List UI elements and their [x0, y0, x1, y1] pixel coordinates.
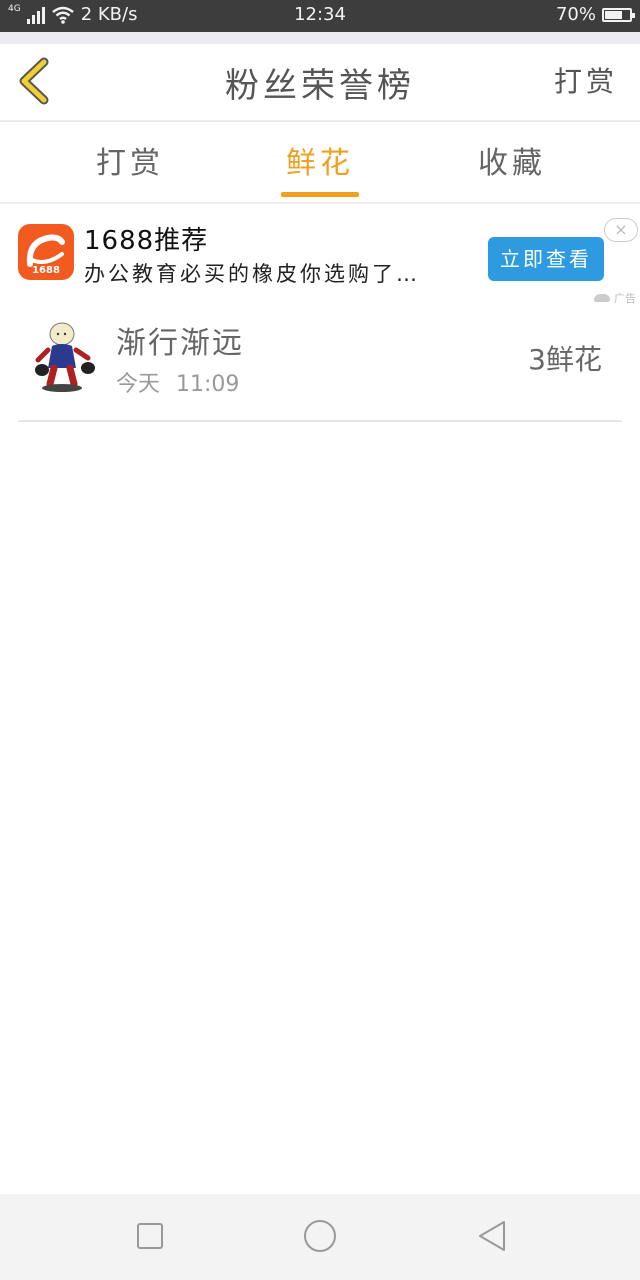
battery-icon — [602, 7, 635, 22]
back-button[interactable] — [14, 56, 58, 106]
ad-banner[interactable]: 1688 1688推荐 办公教育必买的橡皮你选购了… 立即查看 × 广告 — [0, 204, 640, 308]
date-label: 今天 — [116, 372, 161, 397]
ad-title: 1688推荐 — [84, 226, 209, 256]
flower-count: 3鲜花 — [528, 343, 602, 376]
ad-logo-text: 1688 — [32, 265, 60, 276]
list-item[interactable]: 渐行渐远 今天 11:09 3鲜花 — [18, 308, 622, 422]
status-bar: 4G 2 KB/s 12:34 70% — [0, 0, 640, 32]
chevron-left-icon — [19, 57, 49, 105]
ad-description: 办公教育必买的橡皮你选购了… — [84, 262, 420, 286]
ad-badge: 广告 — [594, 290, 636, 306]
ad-logo: 1688 — [18, 224, 74, 280]
view-now-button[interactable]: 立即查看 — [488, 237, 604, 281]
avatar[interactable] — [32, 320, 98, 394]
user-name: 渐行渐远 — [116, 326, 244, 361]
battery-fill — [605, 10, 622, 19]
page-title: 粉丝荣誉榜 — [225, 66, 415, 106]
tab-reward[interactable]: 打赏 — [50, 138, 210, 182]
status-bar-shadow — [0, 32, 640, 44]
clock: 12:34 — [294, 4, 346, 25]
reward-button[interactable]: 打赏 — [554, 60, 618, 100]
ad-badge-label: 广告 — [614, 292, 636, 305]
tab-favorites[interactable]: 收藏 — [432, 138, 592, 182]
header: 粉丝荣誉榜 打赏 — [0, 44, 640, 122]
close-ad-button[interactable]: × — [604, 218, 638, 242]
triangle-back-icon[interactable] — [472, 1216, 512, 1256]
timestamp: 今天 11:09 — [116, 366, 255, 398]
battery-percent: 70% — [555, 4, 596, 25]
square-icon[interactable] — [130, 1216, 170, 1256]
time-label: 11:09 — [176, 372, 240, 397]
status-right: 70% — [555, 4, 635, 25]
active-tab-indicator — [281, 192, 359, 197]
circle-home-icon[interactable] — [300, 1216, 340, 1256]
cloud-icon — [594, 294, 610, 302]
system-nav-bar — [0, 1194, 640, 1280]
tab-flowers[interactable]: 鲜花 — [240, 138, 400, 182]
